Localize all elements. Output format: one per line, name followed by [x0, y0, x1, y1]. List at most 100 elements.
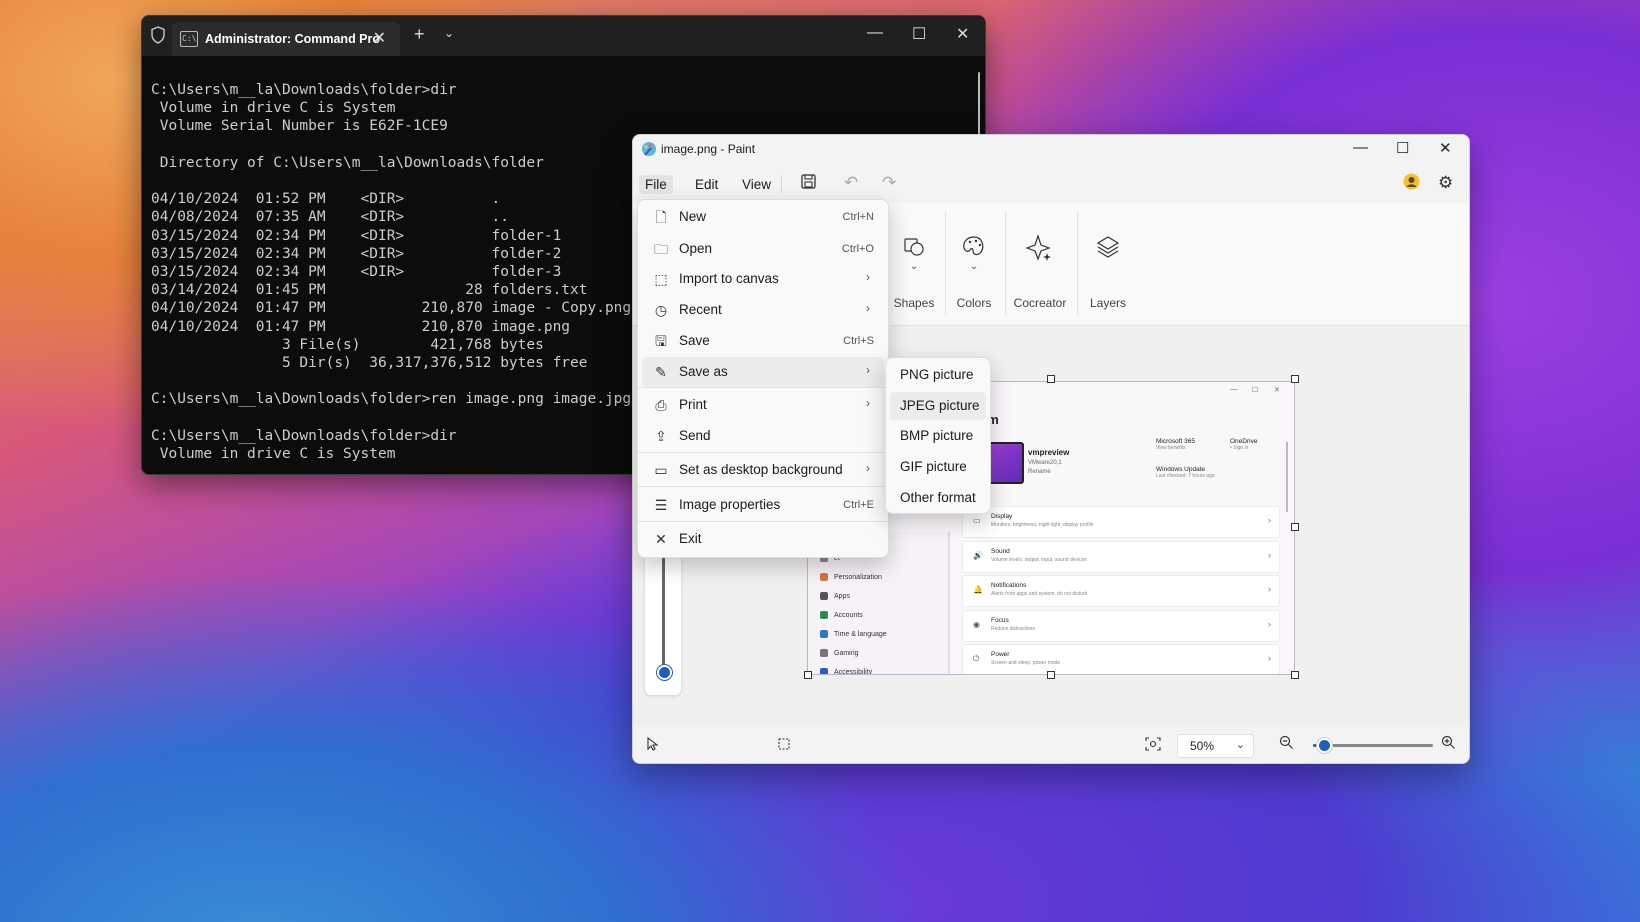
chevron-right-icon: ›: [866, 363, 870, 377]
folder-icon: 🗀: [654, 241, 668, 257]
onedrive-badge: OneDrive • Sign in: [1230, 438, 1257, 451]
image-row-subtitle: Monitors, brightness, night light, displ…: [991, 522, 1094, 528]
save-as-other-format[interactable]: Other format: [890, 484, 986, 512]
close-tab-icon[interactable]: ✕: [373, 28, 386, 48]
maximize-button[interactable]: ☐: [1396, 139, 1409, 157]
save-as-png-picture[interactable]: PNG picture: [890, 361, 986, 389]
menu-item-label: Recent: [679, 302, 722, 317]
shield-icon: [150, 26, 168, 46]
resize-handle[interactable]: [1291, 671, 1299, 679]
image-row-title: Notifications: [991, 582, 1027, 589]
properties-icon: ☰: [654, 497, 668, 513]
chevron-right-icon: ›: [1268, 653, 1271, 663]
terminal-titlebar: C:\ Administrator: Command Pro ✕ + ⌄ — ☐…: [142, 16, 985, 56]
image-sidebar-label: Accounts: [834, 611, 863, 619]
file-menu-recent[interactable]: ◷ Recent ›: [642, 295, 884, 325]
sparkle-icon: [1007, 233, 1073, 263]
image-row-icon: ◉: [973, 619, 980, 629]
save-as-jpeg-picture[interactable]: JPEG picture: [890, 391, 986, 420]
resize-handle[interactable]: [1291, 523, 1299, 531]
file-menu-set-as-desktop-background[interactable]: ▭ Set as desktop background ›: [642, 455, 884, 485]
file-menu-import-to-canvas[interactable]: ⬚ Import to canvas ›: [642, 264, 884, 294]
menu-shortcut: Ctrl+N: [842, 211, 874, 223]
ribbon-divider: [1005, 211, 1006, 315]
fit-to-window-icon[interactable]: [1145, 737, 1161, 751]
terminal-tab[interactable]: C:\ Administrator: Command Pro ✕: [172, 22, 400, 56]
file-menu-new[interactable]: 🗋 New Ctrl+N: [642, 202, 884, 232]
submenu-item-label: BMP picture: [900, 428, 974, 444]
microsoft-365-badge: Microsoft 365 View benefits: [1156, 438, 1195, 451]
chevron-right-icon: ›: [866, 461, 870, 475]
redo-icon[interactable]: ↷: [882, 173, 896, 193]
file-menu-save[interactable]: 🖫 Save Ctrl+S: [642, 326, 884, 356]
file-menu-print[interactable]: ⎙ Print ›: [642, 390, 884, 420]
shapes-group[interactable]: ⌄ Shapes: [889, 203, 939, 315]
image-row-subtitle: Reduce distractions: [991, 625, 1035, 632]
zoom-slider-knob[interactable]: [1316, 738, 1332, 753]
brush-size-slider[interactable]: [645, 535, 681, 695]
file-menu-exit[interactable]: ✕ Exit: [642, 524, 884, 554]
cocreator-group[interactable]: Cocreator: [1007, 203, 1073, 315]
account-avatar-icon[interactable]: [1403, 173, 1420, 190]
image-sidebar-label: Personalization: [834, 573, 882, 581]
slider-track: [662, 545, 665, 665]
submenu-item-label: PNG picture: [900, 367, 974, 382]
menu-item-label: Save as: [679, 364, 728, 379]
maximize-button[interactable]: ☐: [912, 24, 926, 44]
terminal-app-icon: C:\: [180, 31, 198, 47]
minimize-button[interactable]: —: [867, 24, 883, 42]
image-settings-row: ◉ Focus Reduce distractions ›: [962, 609, 1280, 642]
import-icon: ⬚: [654, 271, 668, 287]
menu-file[interactable]: File: [639, 175, 673, 194]
colors-group[interactable]: ⌄ Colors: [949, 203, 999, 315]
share-icon: ⇪: [655, 428, 667, 444]
image-settings-row: ⏻ Power Screen and sleep, power mode ›: [962, 644, 1280, 674]
clock-icon: ◷: [654, 302, 668, 318]
save-as-gif-picture[interactable]: GIF picture: [890, 453, 986, 481]
close-button[interactable]: ✕: [956, 24, 969, 44]
undo-icon[interactable]: ↶: [844, 173, 858, 193]
file-menu-open[interactable]: 🗀 Open Ctrl+O: [642, 234, 884, 264]
save-as-icon: ✎: [655, 364, 667, 380]
new-tab-button[interactable]: +: [414, 24, 425, 45]
menu-edit[interactable]: Edit: [689, 175, 724, 194]
zoom-select[interactable]: 50% ⌄: [1177, 734, 1254, 758]
status-bar: 50% ⌄: [633, 727, 1469, 763]
slider-knob[interactable]: [657, 665, 672, 680]
cocreator-label: Cocreator: [1013, 296, 1067, 310]
winupdate-label: Windows Update: [1156, 466, 1206, 473]
layers-group[interactable]: Layers: [1083, 203, 1133, 315]
file-menu-save-as[interactable]: ✎ Save as ›: [642, 357, 884, 387]
chevron-right-icon: ›: [1268, 584, 1271, 594]
resize-handle[interactable]: [1291, 375, 1299, 383]
menubar-divider: [781, 175, 782, 193]
menu-item-label: Exit: [679, 531, 702, 546]
image-minimize-icon: —: [1230, 386, 1237, 393]
resize-handle[interactable]: [1047, 671, 1055, 679]
print-icon: ⎙: [655, 397, 667, 413]
settings-gear-icon[interactable]: ⚙: [1438, 173, 1453, 193]
chevron-down-icon[interactable]: ⌄: [444, 26, 454, 40]
chevron-right-icon: ›: [866, 301, 870, 315]
menu-item-label: New: [679, 209, 707, 224]
zoom-in-icon[interactable]: [1441, 735, 1456, 750]
image-sidebar-item: Accounts: [820, 611, 863, 619]
image-sidebar-label: Accessibility: [834, 668, 873, 675]
zoom-out-icon[interactable]: [1279, 735, 1294, 750]
save-as-bmp-picture[interactable]: BMP picture: [890, 422, 986, 450]
image-row-icon: 🔔: [973, 585, 983, 594]
close-button[interactable]: ✕: [1439, 139, 1452, 157]
file-menu-send[interactable]: ⇪ Send: [642, 421, 884, 451]
resize-handle[interactable]: [1047, 375, 1055, 383]
chevron-right-icon: ›: [866, 396, 870, 410]
save-icon[interactable]: [800, 173, 817, 190]
chevron-down-icon: ⌄: [909, 261, 919, 272]
terminal-tab-title: Administrator: Command Pro: [205, 32, 381, 46]
menu-view[interactable]: View: [736, 175, 777, 194]
terminal-output[interactable]: C:\Users\m__la\Downloads\folder>dir Volu…: [151, 81, 631, 463]
winupdate-sub: Last checked: 7 hours ago: [1156, 473, 1215, 479]
resize-handle[interactable]: [804, 671, 812, 679]
minimize-button[interactable]: —: [1353, 139, 1368, 156]
file-menu-image-properties[interactable]: ☰ Image properties Ctrl+E: [642, 490, 884, 520]
ribbon-divider: [945, 211, 946, 315]
